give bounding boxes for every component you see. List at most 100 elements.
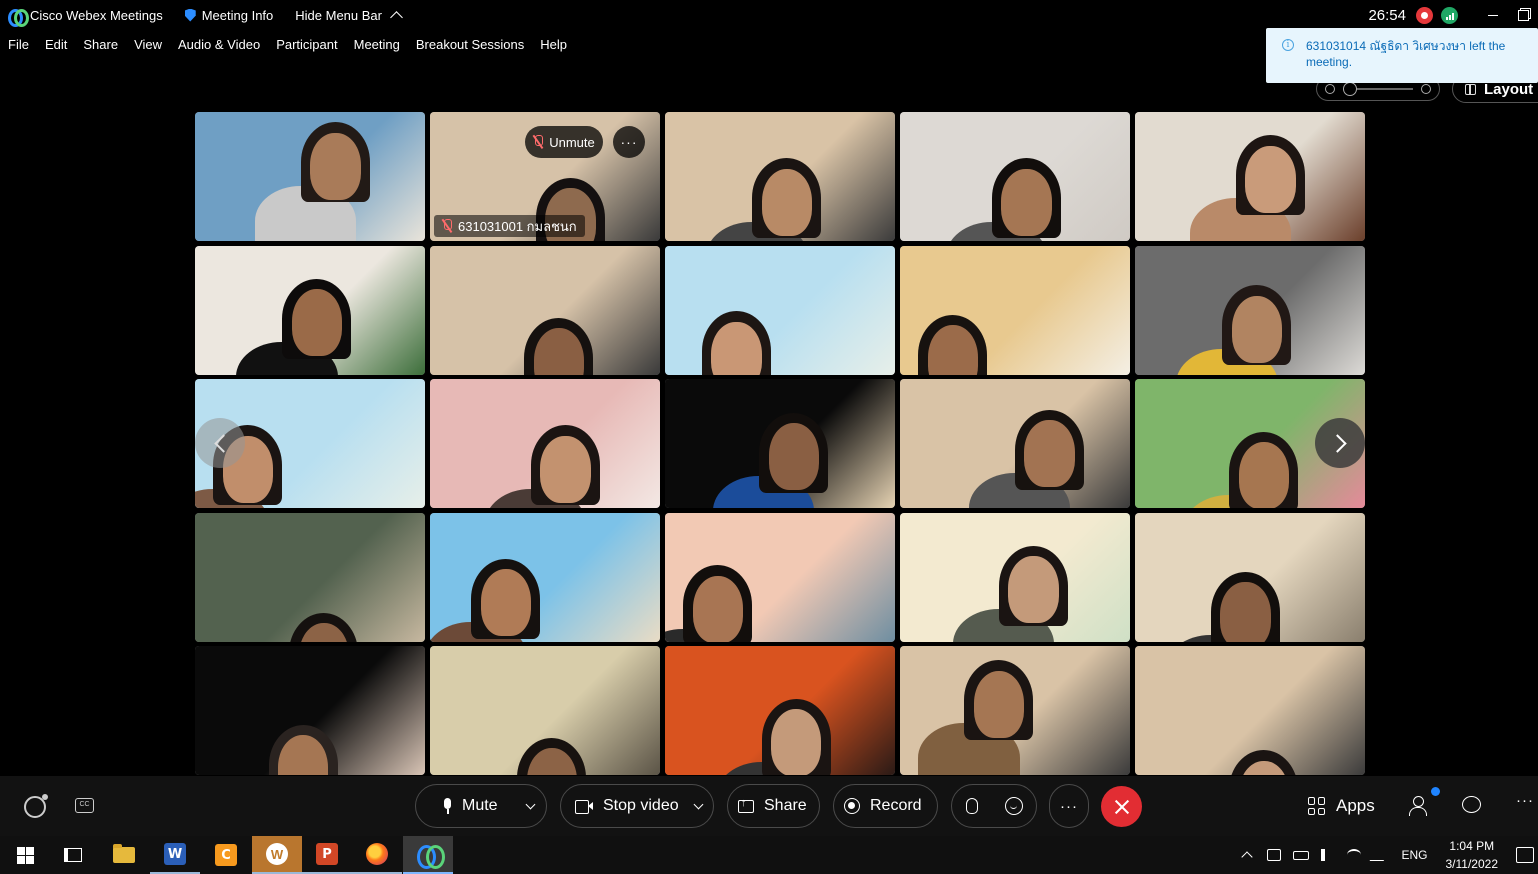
participant-video-tile[interactable] (665, 245, 895, 375)
clock-time: 1:04 PM (1449, 839, 1495, 853)
participant-video-tile[interactable] (430, 379, 660, 508)
zoom-slider[interactable] (1343, 82, 1413, 96)
toast-message: 631031014 ณัฐธิดา วิเศษวงษา left the mee… (1306, 39, 1506, 69)
record-button[interactable]: Record (833, 784, 938, 828)
participant-video-tile[interactable] (900, 379, 1130, 508)
participant-video-tile[interactable] (1135, 512, 1365, 642)
participant-face (1231, 295, 1283, 363)
status-ring-icon[interactable] (24, 794, 48, 818)
participants-badge (1431, 787, 1440, 796)
audio-options-dropdown[interactable] (514, 785, 546, 827)
minimize-button[interactable] (1478, 0, 1508, 30)
menu-share[interactable]: Share (83, 37, 118, 52)
video-options-dropdown[interactable] (683, 785, 713, 827)
participant-video-tile[interactable] (195, 512, 425, 642)
battery-icon[interactable] (1293, 850, 1310, 860)
more-panels-icon[interactable]: ··· (1516, 792, 1534, 809)
chevron-up-icon (390, 11, 403, 24)
taskbar-powerpoint[interactable]: P (302, 836, 352, 874)
participant-video-tile[interactable] (430, 245, 660, 375)
taskbar-firefox[interactable] (352, 836, 402, 874)
apps-button[interactable]: Apps (1308, 796, 1375, 816)
participant-video-tile[interactable] (1135, 245, 1365, 375)
menu-participant[interactable]: Participant (276, 37, 337, 52)
participant-video-tile[interactable] (430, 646, 660, 775)
leave-meeting-button[interactable] (1101, 786, 1142, 827)
participant-face (540, 435, 591, 503)
meeting-controls-bar: CC Mute Stop video Share Record ··· (0, 776, 1538, 836)
orange-app-icon: C (215, 844, 237, 866)
participant-video-tile[interactable] (900, 646, 1130, 775)
participant-video-tile[interactable] (665, 112, 895, 241)
participant-name-tag: 631031001 กมลชนก (434, 215, 585, 237)
share-label: Share (764, 797, 807, 814)
tile-more-options-button[interactable]: ··· (613, 126, 645, 158)
zoom-out-icon[interactable] (1325, 84, 1335, 94)
pen-icon[interactable] (1370, 849, 1391, 861)
previous-page-arrow[interactable] (195, 418, 245, 468)
start-button[interactable] (0, 836, 50, 874)
participant-name: 631031001 กมลชนก (458, 218, 577, 234)
connection-quality-icon[interactable] (1441, 6, 1458, 24)
mute-button[interactable]: Mute (415, 784, 547, 828)
system-tray: ENG 1:04 PM 3/11/2022 (1235, 836, 1538, 874)
folder-icon (113, 844, 135, 863)
menu-view[interactable]: View (134, 37, 162, 52)
wifi-icon[interactable] (1347, 849, 1362, 861)
stop-video-label: Stop video (603, 797, 679, 814)
show-hidden-icons-icon[interactable] (1241, 851, 1254, 863)
meet-now-icon[interactable] (1267, 849, 1282, 861)
participant-video-grid: Unmute ··· 631031001 กมลชนก (195, 112, 1365, 775)
close-icon (1115, 800, 1129, 814)
participant-video-tile[interactable] (900, 512, 1130, 642)
participant-video-tile[interactable] (195, 646, 425, 775)
participant-video-tile[interactable] (665, 646, 895, 775)
next-page-arrow[interactable] (1315, 418, 1365, 468)
meeting-info-button[interactable]: Meeting Info (184, 8, 273, 23)
participant-face (973, 670, 1025, 738)
participants-icon[interactable] (1409, 796, 1429, 816)
participant-video-tile[interactable] (195, 112, 425, 241)
hide-menu-bar-button[interactable]: Hide Menu Bar (295, 8, 403, 24)
share-button[interactable]: Share (727, 784, 820, 828)
taskbar-webex[interactable] (403, 836, 453, 874)
participant-video-tile[interactable] (900, 245, 1130, 375)
raise-hand-icon[interactable] (965, 798, 978, 814)
stop-video-button[interactable]: Stop video (560, 784, 714, 828)
volume-icon[interactable] (1321, 849, 1335, 861)
zoom-in-icon[interactable] (1421, 84, 1431, 94)
closed-captions-icon[interactable]: CC (75, 798, 94, 813)
notifications-icon[interactable] (1516, 847, 1534, 863)
participant-video-tile[interactable] (1135, 646, 1365, 775)
participant-video-tile[interactable] (195, 245, 425, 375)
taskbar-wx-app[interactable]: W (252, 836, 302, 874)
participant-video-tile[interactable] (430, 512, 660, 642)
participant-face (711, 321, 762, 375)
more-options-button[interactable]: ··· (1049, 784, 1089, 828)
zoom-slider-handle[interactable] (1343, 82, 1357, 96)
menu-file[interactable]: File (8, 37, 29, 52)
recording-indicator-icon[interactable] (1416, 6, 1433, 24)
menu-meeting[interactable]: Meeting (354, 37, 400, 52)
menu-audio-video[interactable]: Audio & Video (178, 37, 260, 52)
input-language[interactable]: ENG (1401, 848, 1427, 862)
menu-help[interactable]: Help (540, 37, 567, 52)
task-view-button[interactable] (48, 836, 98, 874)
taskbar-file-explorer[interactable] (99, 836, 149, 874)
participant-video-tile[interactable] (1135, 112, 1365, 241)
unmute-participant-button[interactable]: Unmute (525, 126, 603, 158)
reactions-icon[interactable] (1004, 797, 1023, 815)
menu-breakout-sessions[interactable]: Breakout Sessions (416, 37, 524, 52)
participant-video-tile[interactable] (665, 512, 895, 642)
participant-video-tile[interactable] (900, 112, 1130, 241)
participant-video-tile[interactable] (665, 379, 895, 508)
taskbar-clock[interactable]: 1:04 PM 3/11/2022 (1446, 837, 1499, 873)
participant-face (291, 289, 343, 357)
menu-edit[interactable]: Edit (45, 37, 67, 52)
taskbar-word[interactable]: W (150, 836, 200, 874)
taskbar-orange-app[interactable]: C (201, 836, 251, 874)
powerpoint-icon: P (316, 843, 338, 865)
participant-video-tile[interactable]: Unmute ··· 631031001 กมลชนก (430, 112, 660, 241)
restore-button[interactable] (1508, 0, 1538, 30)
chat-icon[interactable] (1462, 796, 1481, 813)
